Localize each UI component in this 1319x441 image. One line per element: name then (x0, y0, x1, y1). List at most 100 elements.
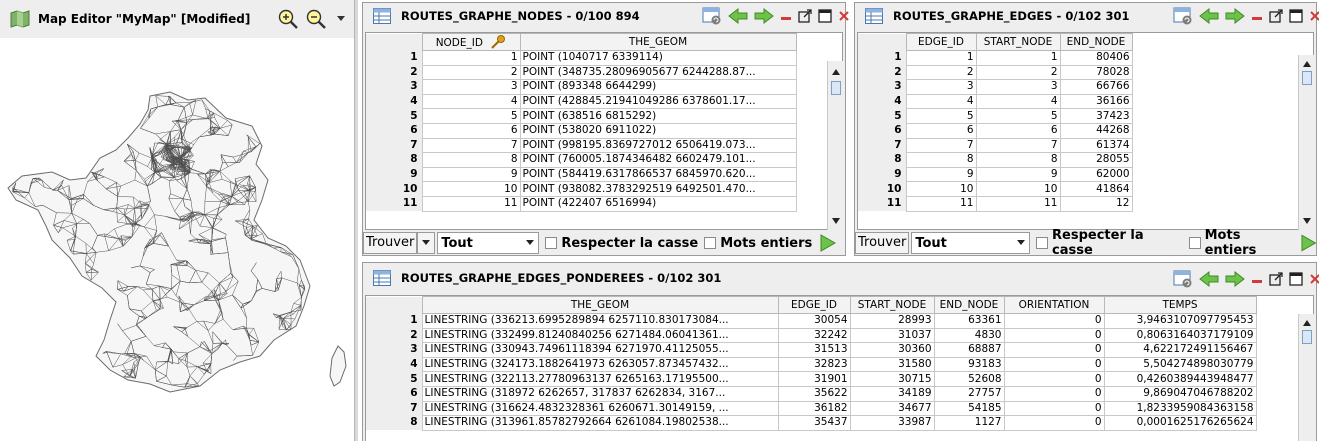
maximize-icon[interactable] (1289, 9, 1303, 23)
table-cell[interactable]: LINESTRING (318972 6262657, 317837 62628… (421, 385, 779, 402)
row-number[interactable]: 6 (858, 123, 906, 139)
maximize-icon[interactable] (818, 9, 832, 23)
table-cell[interactable]: POINT (893348 6644299) (519, 79, 797, 95)
table-cell[interactable]: 2 (421, 64, 521, 81)
table-cell[interactable]: 44268 (1059, 122, 1133, 139)
column-header-the-geom[interactable]: THE_GEOM (421, 296, 779, 314)
table-cell[interactable]: 3 (905, 79, 977, 95)
table-cell[interactable]: 37423 (1059, 108, 1133, 124)
match-case-checkbox[interactable]: Respecter la casse (545, 236, 698, 251)
table-cell[interactable]: 1,8233959084363158 (1103, 400, 1257, 417)
table-cell[interactable]: 7 (905, 137, 977, 154)
table-row[interactable]: 11 11 11 12 (858, 195, 1133, 212)
find-scope-select[interactable]: Tout (911, 232, 1031, 254)
table-cell[interactable]: 41864 (1059, 181, 1133, 197)
table-cell[interactable]: 1 (905, 50, 977, 66)
table-row[interactable]: 6 6 POINT (538020 6911022) (366, 122, 797, 139)
table-cell[interactable]: 28993 (849, 313, 935, 329)
table-cell[interactable]: 9 (421, 166, 521, 183)
table-row[interactable]: 9 9 POINT (584419.6317866537 6845970.620..… (366, 166, 797, 183)
row-number[interactable]: 8 (858, 152, 906, 168)
minimize-icon[interactable] (780, 9, 792, 23)
table-cell[interactable]: 66766 (1059, 79, 1133, 95)
table-row[interactable]: 5 LINESTRING (322113.27780963137 6265163.… (366, 371, 1257, 387)
table-cell[interactable]: 31037 (849, 327, 935, 344)
row-number[interactable]: 6 (366, 123, 422, 139)
table-row[interactable]: 11 11 POINT (422407 6516994) (366, 195, 797, 212)
table-cell[interactable]: 80406 (1059, 50, 1133, 66)
table-cell[interactable]: 0 (1003, 371, 1105, 387)
table-row[interactable]: 3 LINESTRING (330943.74961118394 6271970.… (366, 342, 1257, 358)
table-row[interactable]: 8 8 POINT (760005.1874346482 6602479.101..… (366, 152, 797, 168)
next-arrow-icon[interactable] (1225, 8, 1245, 24)
table-cell[interactable]: LINESTRING (330943.74961118394 6271970.4… (421, 342, 779, 358)
detach-icon[interactable] (1269, 272, 1283, 286)
table-cell[interactable]: 7 (421, 137, 521, 154)
table-row[interactable]: 5 5 POINT (638516 6815292) (366, 108, 797, 124)
row-number[interactable]: 8 (366, 415, 422, 431)
table-row[interactable]: 1 LINESTRING (336213.6995289894 6257110.8… (366, 313, 1257, 329)
row-number[interactable]: 5 (366, 371, 422, 387)
table-cell[interactable]: 5 (905, 108, 977, 124)
table-cell[interactable]: 33987 (849, 415, 935, 431)
table-cell[interactable]: 6 (905, 122, 977, 139)
table-cell[interactable]: 10 (975, 181, 1061, 197)
detach-icon[interactable] (798, 9, 812, 23)
column-header-end-node[interactable]: END_NODE (1059, 33, 1133, 51)
table-cell[interactable]: 8 (421, 152, 521, 168)
table-cell[interactable]: 8 (905, 152, 977, 168)
column-header-edge-id[interactable]: EDGE_ID (905, 33, 977, 51)
row-number[interactable]: 10 (366, 181, 422, 197)
table-cell[interactable]: 0 (1003, 313, 1105, 329)
table-row[interactable]: 2 LINESTRING (332499.81240840256 6271484.… (366, 327, 1257, 344)
table-cell[interactable]: 0,8063164037179109 (1103, 327, 1257, 344)
table-row[interactable]: 8 8 8 28055 (858, 152, 1133, 168)
table-cell[interactable]: 10 (905, 181, 977, 197)
table-cell[interactable]: 7 (975, 137, 1061, 154)
find-button[interactable]: Trouver (855, 232, 910, 254)
table-row[interactable]: 10 10 POINT (938082.3783292519 6492501.470… (366, 181, 797, 197)
column-header-orientation[interactable]: ORIENTATION (1003, 296, 1105, 314)
table-cell[interactable]: 54185 (933, 400, 1005, 417)
table-cell[interactable]: 11 (905, 195, 977, 212)
table-cell[interactable]: 4,622172491156467 (1103, 342, 1257, 358)
table-cell[interactable]: 1127 (933, 415, 1005, 431)
table-cell[interactable]: 9,869047046788202 (1103, 385, 1257, 402)
row-number[interactable]: 6 (366, 386, 422, 402)
table-cell[interactable]: 11 (421, 195, 521, 212)
table-cell[interactable]: 10 (421, 181, 521, 197)
previous-arrow-icon[interactable] (1199, 8, 1219, 24)
table-cell[interactable]: LINESTRING (313961.85782792664 6261084.1… (421, 415, 779, 431)
weighted-vertical-scrollbar[interactable] (1298, 314, 1314, 441)
table-cell[interactable]: 9 (975, 166, 1061, 183)
scroll-thumb[interactable] (1302, 330, 1312, 344)
search-play-icon[interactable] (820, 234, 837, 252)
table-row[interactable]: 7 LINESTRING (316624.4832328361 6260671.3… (366, 400, 1257, 417)
table-cell[interactable]: 30054 (777, 313, 851, 329)
row-number[interactable]: 4 (366, 357, 422, 372)
table-cell[interactable]: 3 (421, 79, 521, 95)
checkbox-box[interactable] (1036, 237, 1049, 249)
edges-vertical-scrollbar[interactable] (1298, 55, 1314, 230)
find-button[interactable]: Trouver (363, 232, 418, 254)
table-cell[interactable]: 3,9463107097795453 (1103, 313, 1257, 329)
table-cell[interactable]: 0,4260389443948477 (1103, 371, 1257, 387)
table-cell[interactable]: 31580 (849, 356, 935, 373)
row-number[interactable]: 1 (366, 313, 422, 329)
table-row[interactable]: 8 LINESTRING (313961.85782792664 6261084.… (366, 415, 1257, 431)
row-number[interactable]: 5 (858, 108, 906, 124)
checkbox-box[interactable] (1189, 237, 1201, 249)
row-number[interactable]: 9 (858, 167, 906, 182)
column-header-temps[interactable]: TEMPS (1103, 296, 1257, 314)
table-refresh-icon[interactable] (1173, 270, 1193, 288)
table-cell[interactable]: POINT (538020 6911022) (519, 122, 797, 139)
table-cell[interactable]: 9 (905, 166, 977, 183)
table-cell[interactable]: 52608 (933, 371, 1005, 387)
column-header-start-node[interactable]: START_NODE (849, 296, 935, 314)
table-cell[interactable]: 2 (905, 64, 977, 81)
table-cell[interactable]: 4 (905, 93, 977, 110)
table-cell[interactable]: 0 (1003, 356, 1105, 373)
find-scope-select[interactable]: Tout (437, 232, 540, 254)
table-cell[interactable]: 0 (1003, 342, 1105, 358)
row-number[interactable]: 1 (858, 50, 906, 66)
